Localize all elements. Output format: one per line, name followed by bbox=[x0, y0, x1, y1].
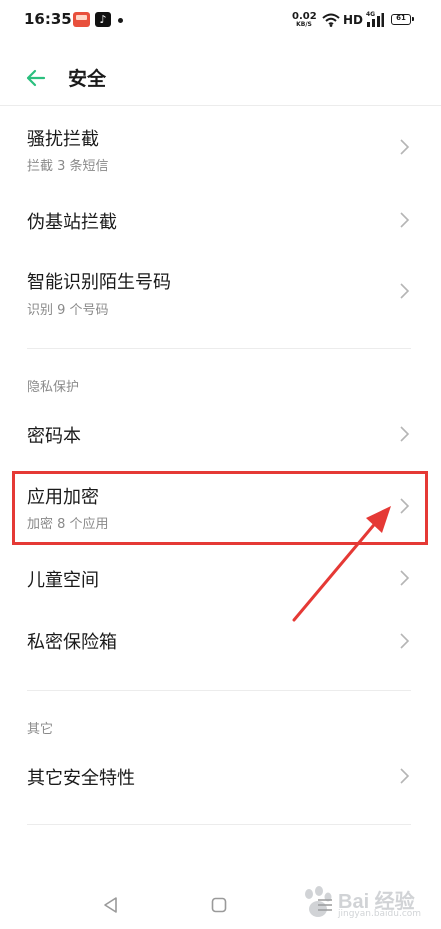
item-subtitle: 加密 8 个应用 bbox=[27, 517, 109, 532]
nav-back-icon[interactable] bbox=[102, 896, 120, 914]
back-button[interactable] bbox=[20, 64, 52, 92]
item-subtitle: 识别 9 个号码 bbox=[27, 303, 109, 318]
tiktok-notification-icon: ♪ bbox=[95, 12, 111, 27]
list-item-smart-caller-id[interactable]: 智能识别陌生号码 识别 9 个号码 bbox=[0, 254, 441, 334]
item-title: 私密保险箱 bbox=[27, 632, 117, 653]
security-settings-screen: 16:35 ♪ 0.02 KB/S HD 4G 61 安全 骚扰拦截 拦截 3 … bbox=[0, 0, 441, 929]
list-item-fake-base-station[interactable]: 伪基站拦截 bbox=[0, 190, 441, 252]
hd-voice-label: HD bbox=[343, 13, 364, 27]
arrow-left-icon bbox=[26, 69, 46, 87]
nav-recent-apps-icon[interactable] bbox=[316, 896, 334, 914]
list-item-harassment-block[interactable]: 骚扰拦截 拦截 3 条短信 bbox=[0, 108, 441, 188]
section-label-privacy: 隐私保护 bbox=[27, 380, 80, 395]
cellular-signal-icon bbox=[367, 13, 384, 27]
item-title: 伪基站拦截 bbox=[27, 212, 117, 233]
network-speed: 0.02 KB/S bbox=[292, 12, 317, 28]
chevron-right-icon bbox=[400, 283, 410, 299]
network-speed-unit: KB/S bbox=[296, 21, 312, 28]
chevron-right-icon bbox=[400, 426, 410, 442]
item-title: 应用加密 bbox=[27, 487, 99, 508]
page-title: 安全 bbox=[68, 68, 107, 90]
app-header: 安全 bbox=[0, 50, 441, 106]
item-subtitle: 拦截 3 条短信 bbox=[27, 159, 109, 174]
section-label-other: 其它 bbox=[27, 722, 54, 737]
system-nav-bar bbox=[0, 880, 441, 929]
wifi-icon bbox=[322, 13, 340, 27]
more-notifications-dot-icon bbox=[118, 18, 123, 23]
item-title: 密码本 bbox=[27, 426, 81, 447]
status-time: 16:35 bbox=[24, 10, 72, 28]
chevron-right-icon bbox=[400, 633, 410, 649]
chevron-right-icon bbox=[400, 570, 410, 586]
battery-icon: 61 bbox=[391, 14, 414, 25]
list-item-kids-space[interactable]: 儿童空间 bbox=[0, 548, 441, 610]
section-divider bbox=[27, 690, 411, 691]
list-item-private-safe[interactable]: 私密保险箱 bbox=[0, 612, 441, 674]
section-divider bbox=[27, 348, 411, 349]
app-notification-icon bbox=[73, 12, 90, 27]
section-divider bbox=[27, 824, 411, 825]
list-item-app-lock[interactable]: 应用加密 加密 8 个应用 bbox=[0, 472, 441, 544]
item-title: 骚扰拦截 bbox=[27, 129, 99, 150]
chevron-right-icon bbox=[400, 768, 410, 784]
status-bar: 16:35 ♪ 0.02 KB/S HD 4G 61 bbox=[0, 0, 441, 44]
item-title: 儿童空间 bbox=[27, 570, 99, 591]
chevron-right-icon bbox=[400, 139, 410, 155]
battery-level: 61 bbox=[396, 14, 406, 22]
chevron-right-icon bbox=[400, 212, 410, 228]
item-title: 智能识别陌生号码 bbox=[27, 272, 171, 293]
list-item-other-security-features[interactable]: 其它安全特性 bbox=[0, 746, 441, 808]
list-item-password-book[interactable]: 密码本 bbox=[0, 404, 441, 464]
nav-home-icon[interactable] bbox=[210, 896, 228, 914]
item-title: 其它安全特性 bbox=[27, 768, 135, 789]
chevron-right-icon bbox=[400, 498, 410, 514]
